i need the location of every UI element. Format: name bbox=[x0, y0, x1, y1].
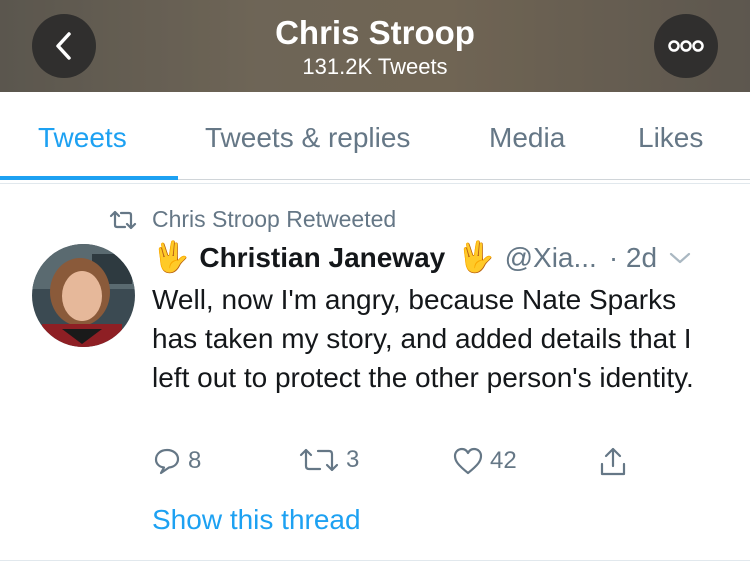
like-count: 42 bbox=[490, 447, 517, 474]
reply-count: 8 bbox=[188, 447, 202, 474]
divider bbox=[0, 560, 750, 561]
tweet-actions: 8 3 42 bbox=[152, 446, 652, 486]
profile-name-title: Chris Stroop bbox=[275, 14, 475, 51]
divider bbox=[0, 183, 750, 184]
tweet-text: Well, now I'm angry, because Nate Sparks… bbox=[152, 284, 694, 393]
tab-likes[interactable]: Likes bbox=[638, 122, 703, 154]
tweet-menu-button[interactable] bbox=[669, 251, 691, 265]
avatar[interactable] bbox=[32, 244, 135, 347]
vulcan-salute-emoji: 🖖 bbox=[152, 241, 190, 274]
chevron-down-icon bbox=[669, 252, 691, 264]
profile-header: Chris Stroop 131.2K Tweets bbox=[0, 0, 750, 92]
share-button[interactable] bbox=[598, 446, 634, 478]
more-dots-icon bbox=[668, 40, 704, 52]
tweet-header: 🖖 Christian Janeway 🖖 @Xia... · 2d bbox=[152, 236, 732, 280]
heart-icon bbox=[453, 447, 483, 475]
tab-tweets[interactable]: Tweets bbox=[38, 122, 127, 154]
retweet-context[interactable]: Chris Stroop Retweeted bbox=[108, 206, 396, 233]
retweet-label: Chris Stroop Retweeted bbox=[152, 206, 397, 232]
reply-icon bbox=[154, 448, 180, 475]
retweet-button[interactable]: 3 bbox=[298, 446, 359, 474]
tab-tweets-replies[interactable]: Tweets & replies bbox=[205, 122, 410, 154]
author-name[interactable]: Christian Janeway bbox=[199, 242, 445, 274]
more-button[interactable] bbox=[654, 14, 718, 78]
tab-media[interactable]: Media bbox=[489, 122, 565, 154]
tweet-time[interactable]: · 2d bbox=[609, 242, 657, 274]
back-button[interactable] bbox=[32, 14, 96, 78]
like-button[interactable]: 42 bbox=[452, 446, 517, 476]
retweet-count: 3 bbox=[346, 446, 360, 473]
profile-tabs: Tweets Tweets & replies Media Likes bbox=[0, 92, 750, 180]
chevron-left-icon bbox=[56, 32, 71, 60]
author-handle[interactable]: @Xia... bbox=[505, 242, 597, 274]
tweet-count: 131.2K Tweets bbox=[302, 54, 448, 79]
active-tab-indicator bbox=[0, 176, 178, 180]
show-thread-link[interactable]: Show this thread bbox=[152, 504, 361, 536]
reply-button[interactable]: 8 bbox=[152, 446, 201, 476]
retweet-icon bbox=[109, 210, 137, 229]
vulcan-salute-emoji: 🖖 bbox=[457, 241, 495, 274]
retweet-icon bbox=[299, 448, 339, 472]
share-icon bbox=[600, 447, 626, 476]
